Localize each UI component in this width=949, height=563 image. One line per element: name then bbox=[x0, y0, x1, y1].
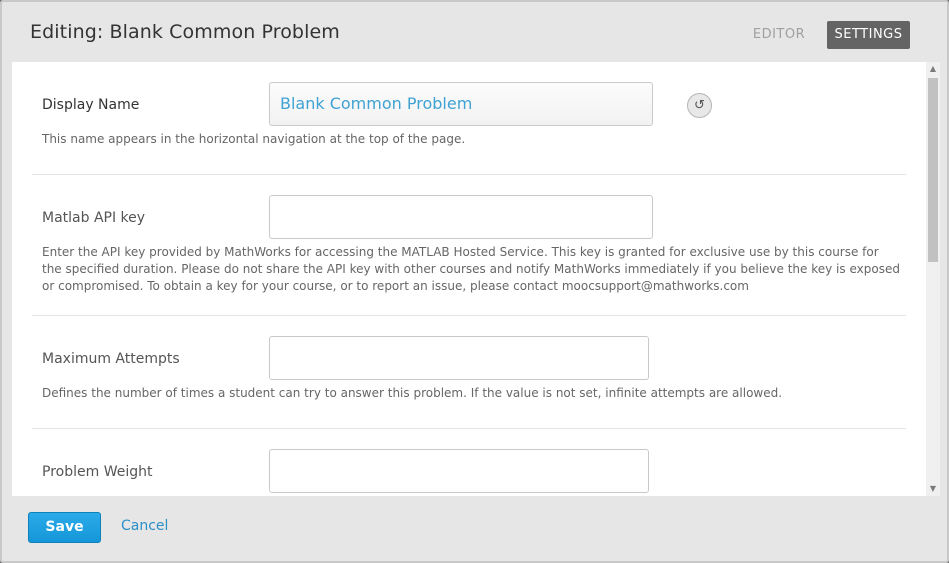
field-maximum-attempts: Maximum Attempts Defines the number of t… bbox=[32, 316, 906, 429]
scroll-thumb[interactable] bbox=[928, 78, 938, 262]
field-display-name: Display Name Blank Common Problem ↺ This… bbox=[32, 62, 906, 175]
matlab-api-key-help: Enter the API key provided by MathWorks … bbox=[42, 245, 900, 293]
modal-title: Editing: Blank Common Problem bbox=[30, 21, 340, 43]
settings-modal: Editing: Blank Common Problem EDITOR SET… bbox=[0, 0, 949, 563]
save-button[interactable]: Save bbox=[28, 512, 101, 543]
display-name-help: This name appears in the horizontal navi… bbox=[42, 132, 466, 146]
scroll-down-icon[interactable]: ▼ bbox=[926, 482, 940, 496]
settings-content: Display Name Blank Common Problem ↺ This… bbox=[12, 62, 940, 496]
display-name-label: Display Name bbox=[42, 97, 140, 113]
matlab-api-key-input[interactable] bbox=[269, 195, 653, 239]
matlab-api-key-label: Matlab API key bbox=[42, 210, 146, 226]
modal-footer: Save Cancel bbox=[2, 496, 947, 563]
maximum-attempts-input[interactable] bbox=[269, 336, 649, 380]
modal-header: Editing: Blank Common Problem EDITOR SET… bbox=[2, 2, 947, 62]
display-name-input[interactable]: Blank Common Problem bbox=[269, 82, 653, 126]
scroll-up-icon[interactable]: ▲ bbox=[926, 62, 940, 76]
revert-icon[interactable]: ↺ bbox=[687, 93, 712, 118]
cancel-button[interactable]: Cancel bbox=[121, 518, 168, 534]
maximum-attempts-label: Maximum Attempts bbox=[42, 351, 180, 367]
problem-weight-label: Problem Weight bbox=[42, 464, 153, 480]
maximum-attempts-help: Defines the number of times a student ca… bbox=[42, 386, 783, 400]
problem-weight-input[interactable] bbox=[269, 449, 649, 493]
tab-editor[interactable]: EDITOR bbox=[748, 21, 810, 49]
field-matlab-api-key: Matlab API key Enter the API key provide… bbox=[32, 175, 906, 316]
content-scrollbar[interactable]: ▲ ▼ bbox=[926, 62, 940, 496]
field-problem-weight: Problem Weight bbox=[32, 429, 906, 496]
tab-settings[interactable]: SETTINGS bbox=[827, 21, 910, 49]
